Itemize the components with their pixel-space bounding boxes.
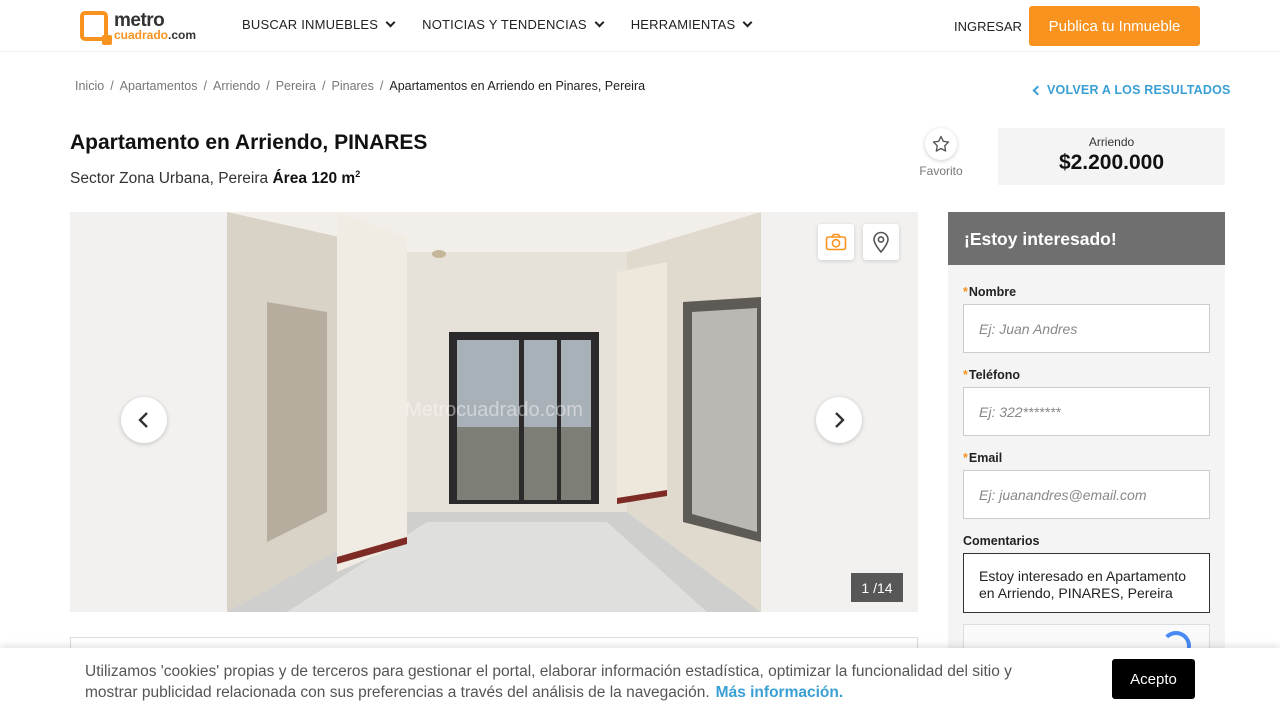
breadcrumb-separator: / <box>379 79 384 93</box>
comments-textarea[interactable]: Estoy interesado en Apartamento en Arrie… <box>963 553 1210 613</box>
name-label: *Nombre <box>963 285 1017 299</box>
phone-field[interactable] <box>963 387 1210 436</box>
chevron-down-icon <box>385 17 396 28</box>
email-field[interactable] <box>963 470 1210 519</box>
logo-mark-icon <box>80 11 112 45</box>
top-navbar: metro cuadrado.com BUSCAR INMUEBLES NOTI… <box>0 0 1280 52</box>
photo-counter: 1 /14 <box>851 573 903 602</box>
chevron-left-icon <box>1032 85 1043 95</box>
photo-gallery: Metrocuadrado.com 1 /14 <box>70 212 918 612</box>
chevron-right-icon <box>835 412 845 428</box>
photos-view-button[interactable] <box>818 224 854 260</box>
more-info-link[interactable]: Más información. <box>716 684 843 701</box>
publish-property-button[interactable]: Publica tu Inmueble <box>1029 6 1200 46</box>
nav-label: HERRAMIENTAS <box>630 17 736 32</box>
gallery-prev-button[interactable] <box>121 397 167 443</box>
main-nav: BUSCAR INMUEBLES NOTICIAS Y TENDENCIAS H… <box>242 17 753 32</box>
camera-icon <box>825 233 847 251</box>
form-heading: ¡Estoy interesado! <box>948 212 1225 265</box>
breadcrumb-inicio[interactable]: Inicio <box>75 79 104 93</box>
breadcrumb-separator: / <box>110 79 114 93</box>
logo-text-cuadrado: cuadrado.com <box>114 28 197 42</box>
gallery-next-button[interactable] <box>816 397 862 443</box>
cookie-banner: Utilizamos 'cookies' propias y de tercer… <box>0 648 1280 720</box>
property-photo[interactable]: Metrocuadrado.com <box>227 212 761 612</box>
breadcrumb-apartamentos[interactable]: Apartamentos <box>120 79 198 93</box>
breadcrumb-current: Apartamentos en Arriendo en Pinares, Per… <box>389 79 646 93</box>
name-field[interactable] <box>963 304 1210 353</box>
listing-location: Sector Zona Urbana, Pereira <box>70 170 269 188</box>
price-box: Arriendo $2.200.000 <box>998 128 1225 185</box>
login-link[interactable]: INGRESAR <box>954 19 1022 34</box>
listing-area: Área 120 m2 <box>272 169 361 188</box>
accept-cookies-button[interactable]: Acepto <box>1112 659 1195 699</box>
chevron-down-icon <box>742 17 753 28</box>
price-type: Arriendo <box>1088 135 1135 149</box>
chevron-down-icon <box>594 17 605 28</box>
map-view-button[interactable] <box>863 224 899 260</box>
favorite-label: Favorito <box>919 164 963 178</box>
nav-noticias-tendencias[interactable]: NOTICIAS Y TENDENCIAS <box>422 17 605 32</box>
breadcrumb-pinares[interactable]: Pinares <box>332 79 374 93</box>
star-icon <box>925 128 957 160</box>
favorite-button[interactable]: Favorito <box>918 128 964 178</box>
nav-label: BUSCAR INMUEBLES <box>242 17 379 32</box>
breadcrumb-pereira[interactable]: Pereira <box>276 79 316 93</box>
contact-form: ¡Estoy interesado! *Nombre *Teléfono *Em… <box>948 212 1225 692</box>
breadcrumb-arriendo[interactable]: Arriendo <box>213 79 260 93</box>
back-to-results-label: VOLVER A LOS RESULTADOS <box>1047 83 1231 97</box>
phone-label: *Teléfono <box>963 368 1021 382</box>
comments-label: Comentarios <box>963 534 1040 548</box>
breadcrumb-separator: / <box>203 79 207 93</box>
cookie-message: Utilizamos 'cookies' propias y de tercer… <box>85 663 1012 701</box>
breadcrumb-separator: / <box>322 79 326 93</box>
map-pin-icon <box>873 231 889 253</box>
back-to-results-link[interactable]: VOLVER A LOS RESULTADOS <box>1032 83 1231 97</box>
price-value: $2.200.000 <box>1058 151 1165 174</box>
chevron-left-icon <box>138 412 148 428</box>
breadcrumb: Inicio / Apartamentos / Arriendo / Perei… <box>75 79 645 93</box>
listing-subtitle: Sector Zona Urbana, Pereira Área 120 m2 <box>70 169 360 188</box>
nav-herramientas[interactable]: HERRAMIENTAS <box>630 17 753 32</box>
metrocuadrado-logo[interactable]: metro cuadrado.com <box>80 10 197 45</box>
nav-label: NOTICIAS Y TENDENCIAS <box>422 17 587 32</box>
nav-buscar-inmuebles[interactable]: BUSCAR INMUEBLES <box>242 17 396 32</box>
listing-title: Apartamento en Arriendo, PINARES <box>70 131 428 154</box>
photo-watermark: Metrocuadrado.com <box>405 399 583 421</box>
breadcrumb-separator: / <box>266 79 270 93</box>
email-label: *Email <box>963 451 1003 465</box>
